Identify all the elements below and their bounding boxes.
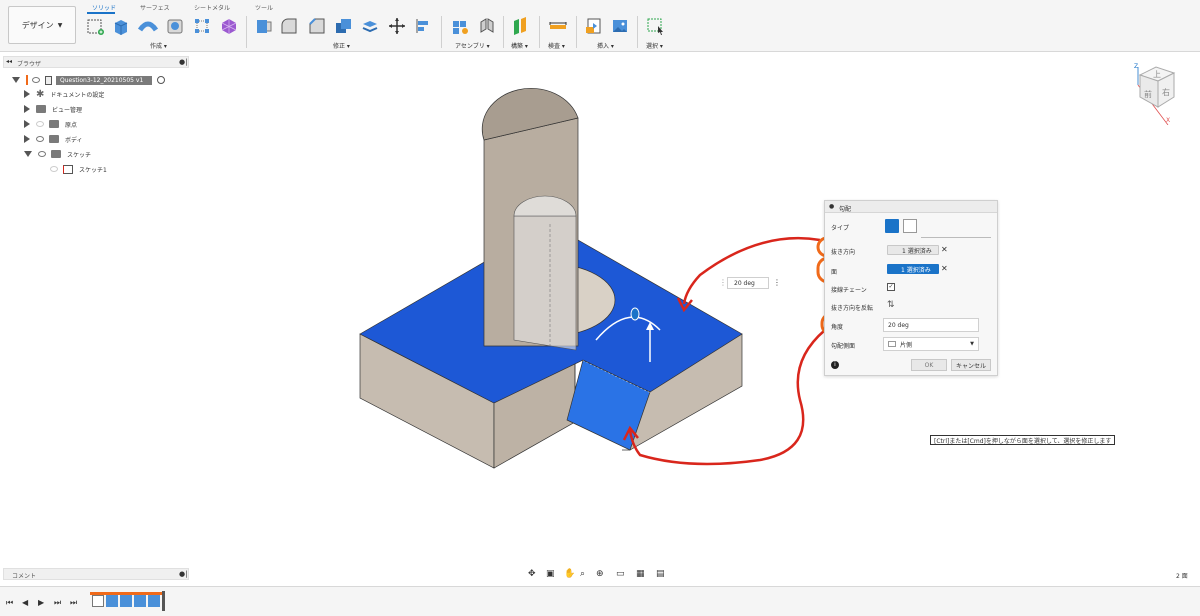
cancel-button[interactable]: キャンセル: [951, 359, 991, 371]
timeline-highlight: [90, 592, 162, 595]
draft-side-value: 片側: [900, 341, 913, 349]
divider: [921, 237, 991, 238]
viewcube-right-face[interactable]: 右: [1162, 87, 1170, 98]
comments-label: コメント: [12, 573, 37, 580]
timeline-feature-extrude-2[interactable]: [120, 595, 132, 607]
fusion-app-window: デザイン ▼ ソリッド サーフェス シートメタル ツール 作成 ▾ 修正 ▾ ア…: [0, 0, 1200, 616]
angle-label: 角度: [831, 324, 844, 331]
zoom-icon[interactable]: ⌕: [580, 569, 585, 579]
timeline-feature-extrude-4[interactable]: [148, 595, 160, 607]
draft-dialog: ● 勾配 タイプ 抜き方向 1 選択済み ✕ 面 1 選択済み ✕ 接線チェーン…: [824, 200, 998, 376]
selection-count: 2 面: [1176, 573, 1188, 580]
pull-direction-label: 抜き方向: [831, 249, 856, 256]
navigation-bar: ✥ ▣ ✋ ⌕ ⊕ ▭ ▦ ▤: [526, 569, 674, 581]
drag-handle-icon: [630, 307, 640, 321]
viewcube-front-face[interactable]: 前: [1144, 89, 1152, 100]
axis-x-label: X: [1166, 117, 1171, 124]
draft-side-label: 勾配側面: [831, 343, 856, 350]
step-back-icon[interactable]: ◀: [22, 598, 28, 607]
selection-hint-tooltip: [Ctrl]または[Cmd]を押しながら面を選択して、選択を修正します: [930, 435, 1116, 445]
timeline-feature-extrude-3[interactable]: [134, 595, 146, 607]
timeline-feature-extrude-1[interactable]: [106, 595, 118, 607]
flip-direction-icon[interactable]: ⇅: [887, 300, 895, 310]
draft-type-parting-line-icon[interactable]: [903, 219, 917, 233]
flip-direction-label: 抜き方向を反転: [831, 305, 874, 312]
angle-value: 20 deg: [888, 321, 909, 329]
viewcube[interactable]: Z 上 前 右 X: [1130, 63, 1180, 126]
tangent-chain-label: 接線チェーン: [831, 287, 867, 294]
axis-z-label: Z: [1134, 63, 1139, 70]
dialog-header[interactable]: ● 勾配: [825, 201, 997, 213]
clear-pull-direction-icon[interactable]: ✕: [941, 245, 948, 254]
cancel-label: キャンセル: [955, 362, 986, 370]
angle-float-input[interactable]: 20 deg: [727, 277, 769, 289]
chevron-down-icon: ▼: [970, 341, 974, 347]
faces-selector[interactable]: 1 選択済み: [887, 264, 939, 274]
drag-grip-icon[interactable]: ⋮: [719, 278, 727, 287]
pull-direction-value: 1 選択済み: [902, 247, 932, 255]
draft-type-fixed-plane-icon[interactable]: [885, 219, 899, 233]
viewports-icon[interactable]: ▤: [656, 569, 665, 579]
timeline-feature-sketch[interactable]: [92, 595, 104, 607]
tooltip-text: [Ctrl]または[Cmd]を押しながら面を選択して、選択を修正します: [934, 437, 1112, 445]
timeline-marker[interactable]: [162, 591, 165, 611]
ok-label: OK: [924, 361, 934, 369]
draft-side-select[interactable]: 片側 ▼: [883, 337, 979, 351]
grid-settings-icon[interactable]: ▦: [636, 569, 645, 579]
tangent-chain-checkbox[interactable]: ✓: [887, 283, 895, 291]
dialog-collapse-icon[interactable]: ●: [829, 203, 834, 210]
ok-button[interactable]: OK: [911, 359, 947, 371]
timeline-bar: ⏮ ◀ ▶ ⏭ ⏭: [0, 586, 1200, 616]
angle-float-value: 20 deg: [734, 279, 755, 287]
clear-faces-icon[interactable]: ✕: [941, 264, 948, 273]
look-at-icon[interactable]: ▣: [546, 569, 555, 579]
draft-side-icon: [888, 341, 896, 347]
pull-direction-selector[interactable]: 1 選択済み: [887, 245, 939, 255]
orbit-icon[interactable]: ✥: [528, 569, 536, 579]
3d-viewport[interactable]: [0, 0, 1200, 616]
panel-handle-icon[interactable]: ●|: [179, 570, 187, 578]
faces-value: 1 選択済み: [901, 266, 931, 274]
comments-panel[interactable]: コメント ●|: [3, 568, 189, 580]
pan-icon[interactable]: ✋: [564, 569, 575, 579]
faces-label: 面: [831, 269, 838, 276]
viewcube-top-face[interactable]: 上: [1153, 69, 1161, 80]
step-forward-icon[interactable]: ⏭: [54, 598, 61, 608]
display-settings-icon[interactable]: ▭: [616, 569, 625, 579]
info-icon[interactable]: i: [831, 361, 839, 369]
type-label: タイプ: [831, 225, 850, 232]
more-options-icon[interactable]: ⋮: [773, 278, 781, 287]
go-to-end-icon[interactable]: ⏭: [70, 598, 77, 608]
fit-icon[interactable]: ⊕: [596, 569, 604, 579]
go-to-start-icon[interactable]: ⏮: [6, 598, 13, 608]
annotation-arrow-1: [682, 236, 821, 305]
play-icon[interactable]: ▶: [38, 598, 44, 607]
angle-input[interactable]: 20 deg: [883, 318, 979, 332]
dialog-title: 勾配: [839, 206, 852, 213]
